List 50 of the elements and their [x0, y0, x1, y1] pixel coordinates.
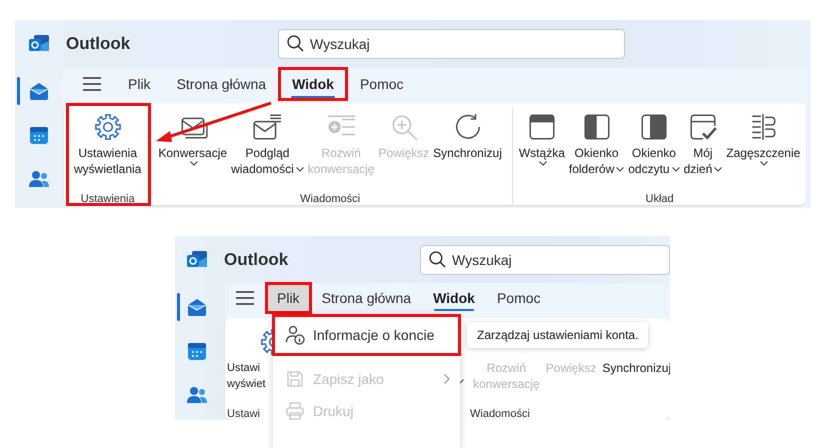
chevron-down-icon — [538, 161, 547, 166]
calendar-check-icon — [688, 112, 718, 142]
tooltip: Zarządzaj ustawieniami konta. — [467, 322, 648, 348]
chevron-right-icon — [444, 374, 450, 384]
search-field[interactable]: Wyszukaj — [278, 29, 625, 59]
ribbon-tab[interactable]: Strona główna — [164, 68, 280, 100]
ribbon-button[interactable]: Ustawienia wyświetlania — [72, 107, 144, 190]
window-icon — [582, 112, 612, 142]
chevron-down-icon — [672, 166, 680, 172]
app-title: Outlook — [224, 250, 290, 270]
menu-icon[interactable] — [236, 291, 254, 305]
chevron-down-icon — [616, 166, 624, 172]
ribbon-button[interactable]: Podgląd wiadomości — [229, 107, 306, 190]
envelope-icon — [252, 112, 282, 142]
person-info-icon — [285, 325, 305, 345]
chevron-down-icon — [714, 166, 722, 172]
group-label: Ustawi — [227, 408, 260, 420]
save-icon — [285, 369, 305, 389]
ribbon-button[interactable]: Mój dzień — [682, 107, 724, 190]
printer-icon — [285, 401, 305, 421]
chevron-down-icon — [190, 161, 198, 166]
app-logo-icon — [186, 251, 206, 269]
window-icon — [526, 112, 557, 142]
ribbon-button[interactable]: Konwersacje — [156, 107, 230, 190]
group-label: Wiadomości — [300, 193, 360, 205]
app-logo-icon — [28, 35, 48, 53]
group-label: Wiadomości — [470, 408, 530, 420]
ribbon-button[interactable]: Zagęszczenie — [724, 107, 802, 190]
ribbon-button[interactable]: Okienko odczytu — [626, 107, 682, 190]
ribbon-tab[interactable]: Plik — [115, 68, 164, 100]
app-title: Outlook — [66, 34, 132, 54]
group-label: Ustawienia — [80, 193, 135, 205]
ribbon-button[interactable]: Ustawi wyświet — [227, 322, 273, 405]
ribbon-tab[interactable]: Strona główna — [310, 283, 422, 313]
search-field[interactable]: Wyszukaj — [420, 244, 670, 274]
ribbon-tab[interactable]: Widok — [279, 68, 347, 100]
gear-icon — [92, 112, 123, 142]
menu-icon[interactable] — [83, 77, 101, 91]
ribbon-tab[interactable]: Widok — [422, 283, 486, 313]
ribbon-tab[interactable]: Pomoc — [486, 283, 552, 313]
ribbon-tab[interactable]: Pomoc — [346, 68, 417, 100]
ribbon-button[interactable]: Okienko folderów — [566, 107, 626, 190]
ribbon-tab[interactable]: Plik — [266, 283, 311, 313]
ribbon-button[interactable]: Wstążka — [516, 107, 567, 190]
menu-item[interactable]: Informacje o koncie — [273, 315, 460, 355]
ribbon-button[interactable]: Synchronizuj — [431, 107, 504, 190]
chevron-down-icon — [760, 161, 768, 166]
window-icon — [638, 112, 669, 142]
chevron-down-icon — [296, 166, 304, 172]
group-label: Układ — [646, 193, 674, 205]
